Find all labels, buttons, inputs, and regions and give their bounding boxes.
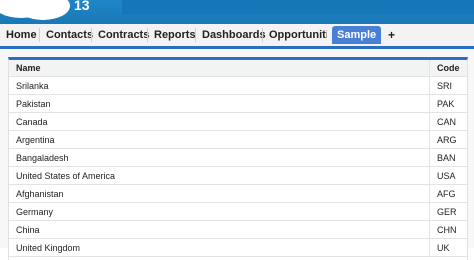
table-row[interactable]: Germany GER (9, 202, 467, 221)
country-code: PAK (429, 94, 467, 113)
table-row[interactable]: Srilanka SRI (9, 76, 467, 95)
country-code: ARG (429, 130, 467, 149)
table-row[interactable]: United States of America USA (9, 166, 467, 185)
country-code: GER (429, 202, 467, 221)
column-header-code[interactable]: Code (429, 60, 467, 77)
tab-contracts[interactable]: Contracts (98, 24, 149, 46)
logo-cloud-icon (0, 0, 50, 18)
add-tab-button[interactable]: + (388, 24, 395, 46)
country-name: Afghanistan (9, 184, 430, 203)
tab-bar: Home Contacts Contracts Reports Dashboar… (0, 24, 474, 49)
tab-divider (147, 28, 148, 42)
tab-divider (39, 28, 40, 42)
country-name: Srilanka (9, 76, 430, 95)
country-name: Argentina (9, 130, 430, 149)
country-name: China (9, 220, 430, 239)
table-row[interactable]: Afghanistan AFG (9, 184, 467, 203)
main-content: Name Code Srilanka SRI Pakistan PAK Canada… (0, 49, 474, 260)
country-code: USA (429, 166, 467, 185)
country-name: Germany (9, 202, 430, 221)
tab-sample[interactable]: Sample (332, 26, 382, 44)
country-code: BAN (429, 148, 467, 167)
tab-home[interactable]: Home (6, 24, 37, 46)
tab-divider (195, 28, 196, 42)
country-name: Pakistan (9, 94, 430, 113)
app-header: 13 (0, 0, 474, 24)
country-code: CHN (429, 220, 467, 239)
country-name: Bangaladesh (9, 148, 430, 167)
table-header-row: Name Code (9, 60, 467, 77)
country-code: SRI (429, 76, 467, 95)
country-name: Canada (9, 112, 430, 131)
app-number: 13 (74, 0, 90, 13)
tab-contacts[interactable]: Contacts (46, 24, 93, 46)
table-row[interactable]: Pakistan PAK (9, 94, 467, 113)
tab-opportunities[interactable]: Opportunitie (269, 24, 327, 46)
table-row[interactable]: China CHN (9, 220, 467, 239)
tab-divider (262, 28, 263, 42)
tab-divider (91, 28, 92, 42)
table-row[interactable]: Canada CAN (9, 112, 467, 131)
table-row[interactable]: Bangaladesh BAN (9, 148, 467, 167)
tab-dashboards[interactable]: Dashboards (202, 24, 266, 46)
header-banner (122, 0, 474, 14)
country-code: AFG (429, 184, 467, 203)
table-row[interactable]: Argentina ARG (9, 130, 467, 149)
country-name: United States of America (9, 166, 430, 185)
country-code: CAN (429, 112, 467, 131)
tab-reports[interactable]: Reports (154, 24, 196, 46)
country-list-table: Name Code Srilanka SRI Pakistan PAK Canada… (8, 57, 468, 260)
column-header-name[interactable]: Name (9, 60, 430, 77)
